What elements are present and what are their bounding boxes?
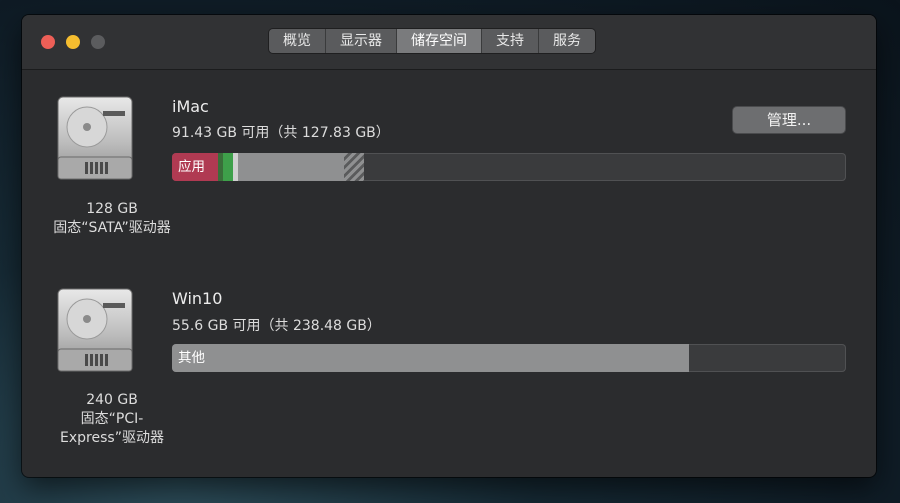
hard-drive-icon <box>57 96 133 180</box>
storage-bar-segment: 应用 <box>172 153 218 181</box>
tab-bar: 概览 显示器 储存空间 支持 服务 <box>269 29 595 53</box>
drive-2-caption: 240 GB 固态“PCI- Express”驱动器 <box>32 391 192 448</box>
volume-name: Win10 <box>172 289 223 308</box>
close-button[interactable] <box>41 35 55 49</box>
tab-service[interactable]: 服务 <box>539 29 595 53</box>
storage-bar-segment <box>238 153 344 181</box>
storage-bar-segment <box>222 153 234 181</box>
system-info-window: 概览 显示器 储存空间 支持 服务 128 GB 固态“SATA”驱动器 iMa… <box>22 15 876 477</box>
tab-displays[interactable]: 显示器 <box>326 29 397 53</box>
storage-bar: 其他 <box>172 344 846 372</box>
drive-type-line1: 固态“PCI- <box>80 411 144 427</box>
drive-size: 128 GB <box>86 201 138 217</box>
tab-overview[interactable]: 概览 <box>269 29 326 53</box>
volume-capacity: 91.43 GB 可用（共 127.83 GB） <box>172 125 390 141</box>
titlebar: 概览 显示器 储存空间 支持 服务 <box>22 15 876 70</box>
drive-1-caption: 128 GB 固态“SATA”驱动器 <box>32 200 192 238</box>
volume-capacity: 55.6 GB 可用（共 238.48 GB） <box>172 318 381 334</box>
tab-storage[interactable]: 储存空间 <box>397 29 482 53</box>
zoom-button[interactable] <box>91 35 105 49</box>
drive-type-line2: Express”驱动器 <box>60 430 164 446</box>
manage-button[interactable]: 管理... <box>733 107 845 133</box>
hard-drive-icon <box>57 288 133 372</box>
drive-size: 240 GB <box>86 392 138 408</box>
storage-bar-segment <box>343 153 365 181</box>
drive-type: 固态“SATA”驱动器 <box>53 220 171 236</box>
tab-support[interactable]: 支持 <box>482 29 539 53</box>
volume-name: iMac <box>172 97 209 116</box>
storage-bar-label: 其他 <box>178 350 205 366</box>
storage-bar-label: 应用 <box>178 159 205 175</box>
storage-bar: 应用 <box>172 153 846 181</box>
minimize-button[interactable] <box>66 35 80 49</box>
storage-bar-segment: 其他 <box>172 344 689 372</box>
